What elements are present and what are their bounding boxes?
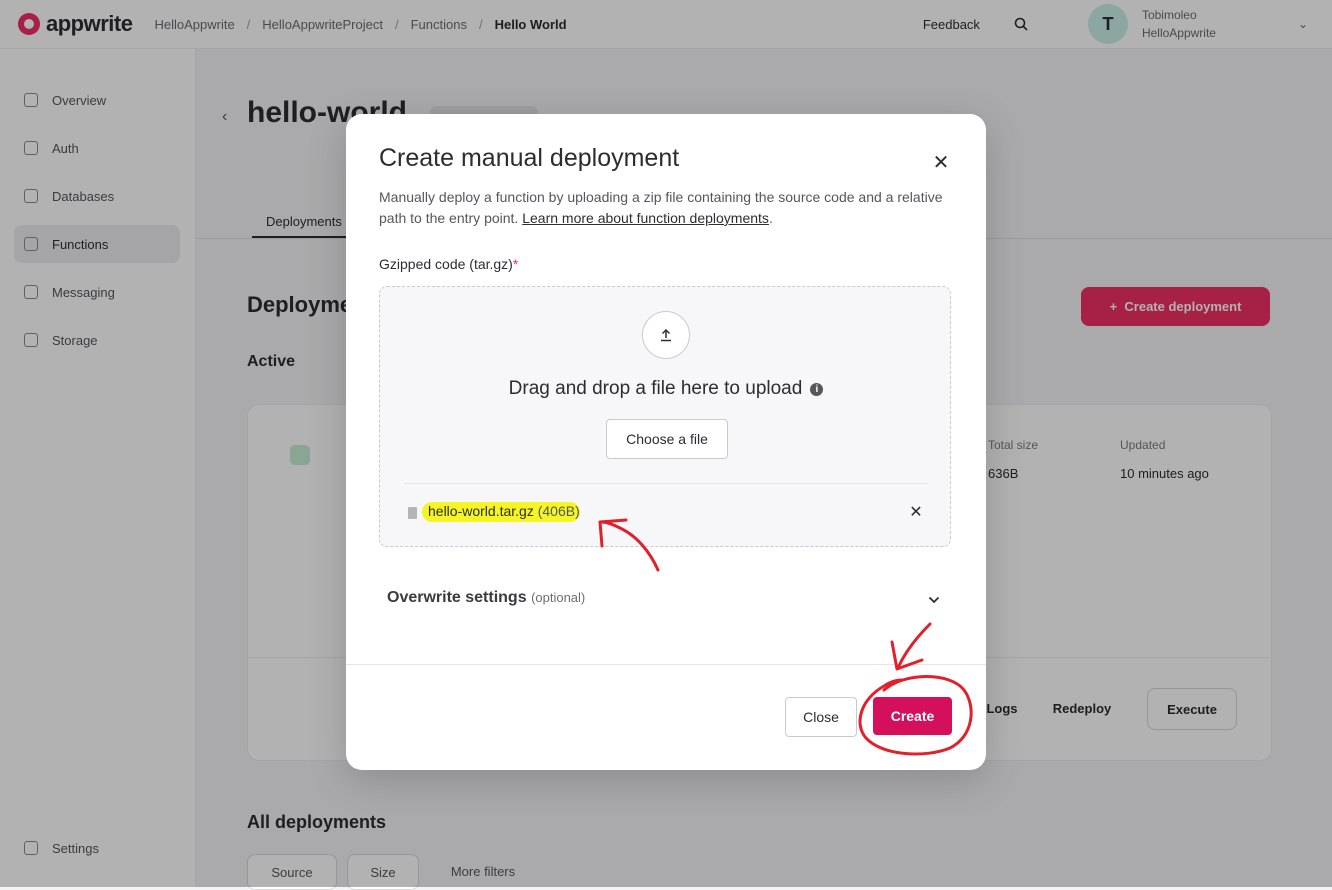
choose-file-button[interactable]: Choose a file xyxy=(606,419,728,459)
create-button[interactable]: Create xyxy=(873,697,952,735)
file-size: (406B) xyxy=(537,503,580,519)
description-period: . xyxy=(768,210,773,226)
dropzone-text: Drag and drop a file here to upload i xyxy=(380,378,952,400)
info-icon[interactable]: i xyxy=(810,383,824,396)
overwrite-optional: (optional) xyxy=(531,590,586,605)
chevron-down-icon[interactable] xyxy=(928,591,940,607)
file-icon xyxy=(408,507,417,519)
upload-icon xyxy=(642,311,690,359)
footer-divider xyxy=(346,664,986,665)
close-button[interactable]: Close xyxy=(785,697,857,737)
required-mark: * xyxy=(512,256,519,272)
uploaded-file: hello-world.tar.gz (406B) xyxy=(428,503,580,519)
overwrite-settings-toggle[interactable]: Overwrite settings (optional) xyxy=(387,589,585,607)
field-label: Gzipped code (tar.gz)* xyxy=(379,256,518,272)
create-deployment-modal: Create manual deployment ✕ Manually depl… xyxy=(346,114,986,770)
overwrite-label: Overwrite settings xyxy=(387,589,527,606)
learn-more-link[interactable]: Learn more about function deployments xyxy=(522,210,769,226)
file-name: hello-world.tar.gz xyxy=(428,503,534,519)
modal-description: Manually deploy a function by uploading … xyxy=(379,187,954,229)
remove-file-icon[interactable]: ✕ xyxy=(906,502,926,522)
modal-title: Create manual deployment xyxy=(379,144,680,172)
field-label-text: Gzipped code (tar.gz) xyxy=(379,256,513,272)
dropzone-label: Drag and drop a file here to upload xyxy=(508,378,803,399)
close-icon[interactable]: ✕ xyxy=(929,150,953,174)
dropzone-divider xyxy=(404,483,928,484)
